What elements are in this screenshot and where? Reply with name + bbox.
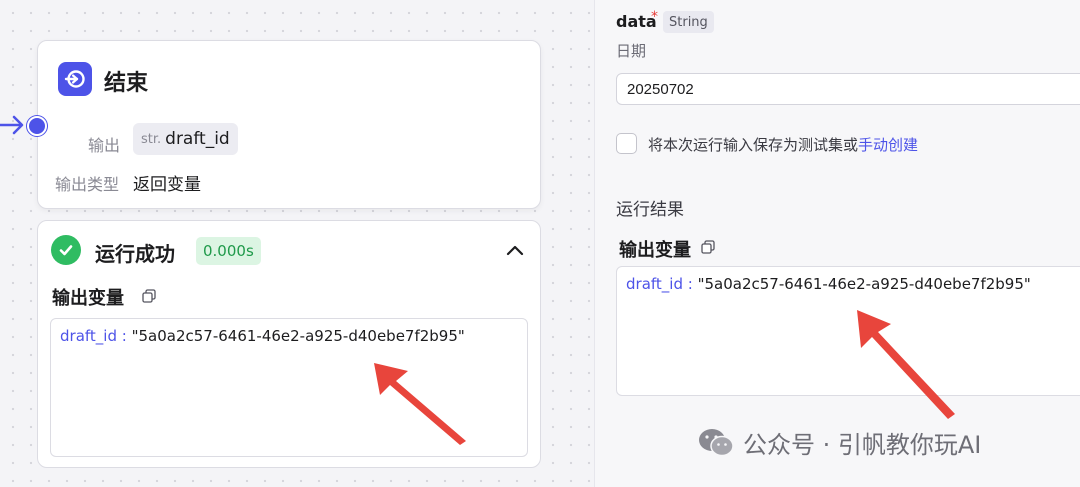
end-node-card[interactable]: 结束 输出 str. draft_id 输出类型 返回变量: [37, 40, 541, 209]
run-duration-badge: 0.000s: [196, 237, 261, 265]
date-input[interactable]: [616, 73, 1080, 105]
end-node-title: 结束: [104, 71, 149, 96]
panel-output-variables-title: 输出变量: [619, 240, 691, 261]
panel-output-json-box[interactable]: draft_id : "5a0a2c57-6461-46e2-a925-d40e…: [616, 266, 1080, 396]
red-arrow-annotation: [374, 363, 466, 445]
chevron-up-icon[interactable]: [504, 239, 526, 261]
run-status-text: 运行成功: [95, 242, 175, 266]
param-type-badge: String: [663, 11, 714, 33]
required-mark: *: [651, 9, 658, 25]
test-run-panel: data * String 日期 将本次运行输入保存为测试集或手动创建 运行结果…: [594, 0, 1080, 487]
output-label: 输出: [88, 136, 121, 155]
incoming-edge-arrow: [0, 115, 24, 135]
output-type-label: 输出类型: [55, 175, 120, 194]
run-result-heading: 运行结果: [616, 200, 684, 220]
node-input-port[interactable]: [27, 116, 47, 136]
string-type-tag: str.: [141, 131, 162, 147]
panel-output-value: "5a0a2c57-6461-46e2-a925-d40ebe7f2b95": [697, 275, 1031, 293]
panel-output-key: draft_id :: [626, 275, 693, 293]
copy-icon[interactable]: [701, 240, 715, 254]
output-variable-name: draft_id: [165, 129, 230, 149]
output-value: "5a0a2c57-6461-46e2-a925-d40ebe7f2b95": [131, 327, 465, 345]
output-variables-title: 输出变量: [52, 288, 124, 309]
output-key: draft_id :: [60, 327, 127, 345]
red-arrow-annotation: [857, 310, 955, 419]
save-testset-label: 将本次运行输入保存为测试集或手动创建: [648, 134, 918, 155]
copy-icon[interactable]: [142, 289, 156, 303]
output-variable-pill[interactable]: str. draft_id: [133, 123, 238, 155]
save-testset-text: 将本次运行输入保存为测试集或: [648, 136, 859, 154]
success-check-icon: [51, 235, 81, 265]
workflow-canvas[interactable]: 结束 输出 str. draft_id 输出类型 返回变量 运行成功 0.000…: [0, 0, 594, 487]
output-type-value: 返回变量: [133, 175, 201, 195]
save-testset-checkbox[interactable]: [616, 133, 637, 154]
wechat-icon: [699, 428, 734, 456]
end-node-icon: [58, 62, 92, 96]
watermark-text: 公众号 · 引帆教你玩AI: [743, 431, 982, 459]
manual-create-link[interactable]: 手动创建: [858, 136, 918, 154]
watermark: 公众号 · 引帆教你玩AI: [697, 425, 981, 460]
param-description: 日期: [616, 42, 647, 60]
